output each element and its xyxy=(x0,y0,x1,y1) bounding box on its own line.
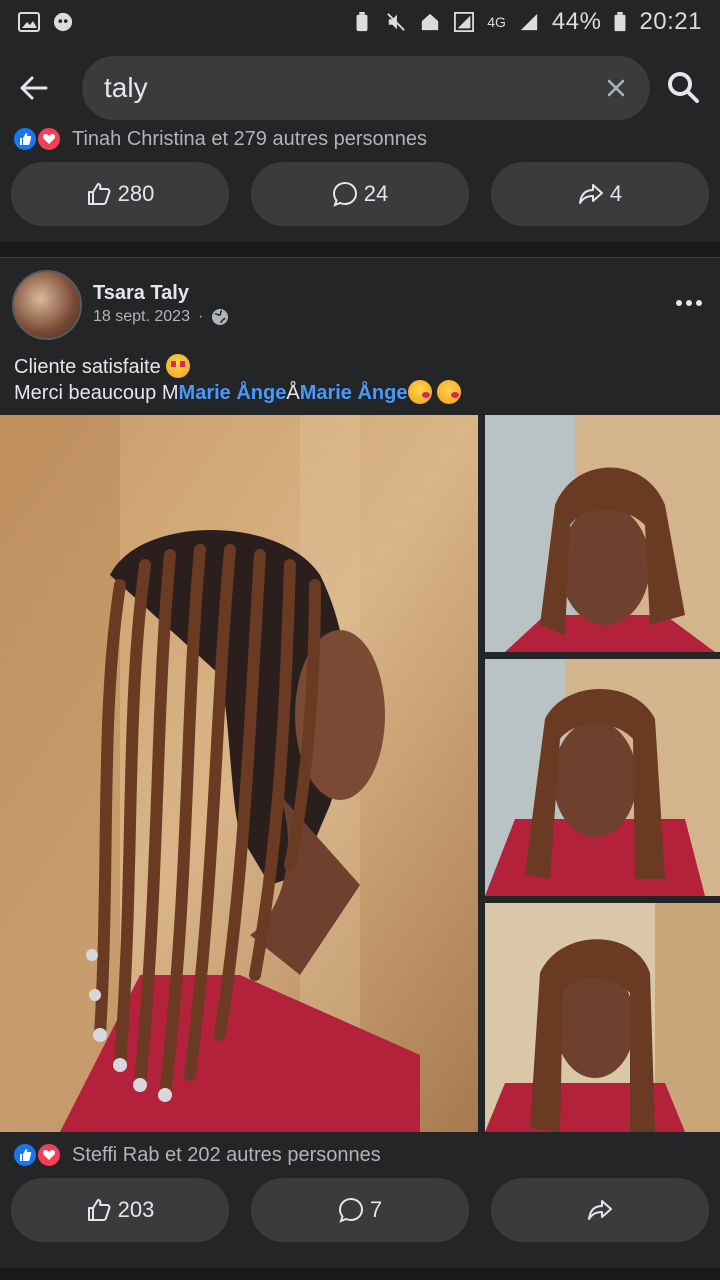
comment-button[interactable]: 24 xyxy=(251,162,469,226)
battery-percent: 44% xyxy=(551,8,602,35)
reactions-text: Steffi Rab et 202 autres personnes xyxy=(72,1143,381,1166)
close-icon[interactable] xyxy=(604,76,628,100)
previous-post-footer: Tinah Christina et 279 autres personnes … xyxy=(0,126,720,242)
action-bar: 203 7 xyxy=(0,1178,720,1242)
comment-button[interactable]: 7 xyxy=(251,1178,469,1242)
thumbs-up-icon xyxy=(87,183,111,205)
comment-count: 24 xyxy=(363,181,389,206)
post-photo-main[interactable] xyxy=(0,415,478,1132)
post-photo-thumb[interactable] xyxy=(485,903,720,1132)
gallery-notification-icon xyxy=(18,12,40,32)
search-header xyxy=(0,44,720,132)
like-reaction-icon xyxy=(12,1142,38,1168)
mention-link[interactable]: Marie Ånge xyxy=(179,382,287,404)
reactions-summary[interactable]: Tinah Christina et 279 autres personnes xyxy=(12,126,427,152)
post-date[interactable]: 18 sept. 2023 xyxy=(93,308,190,326)
action-bar: 280 24 4 xyxy=(0,162,720,226)
star-eyes-emoji-icon xyxy=(166,354,191,378)
app-notification-icon xyxy=(53,12,73,32)
share-button[interactable]: 4 xyxy=(491,162,709,226)
caption-text: Cliente satisfaite xyxy=(14,356,161,378)
love-reaction-icon xyxy=(36,126,62,152)
post-meta: 18 sept. 2023 · xyxy=(93,308,229,326)
like-button[interactable]: 203 xyxy=(11,1178,229,1242)
share-arrow-icon xyxy=(588,1200,612,1220)
share-count: 4 xyxy=(609,181,623,206)
meta-separator: · xyxy=(197,308,204,325)
home-icon xyxy=(422,13,439,31)
post-text: Cliente satisfaite Merci beaucoup MMarie… xyxy=(14,354,462,406)
post-card: Tsara Taly 18 sept. 2023 · Cliente satis… xyxy=(0,258,720,1268)
avatar[interactable] xyxy=(12,270,82,340)
search-box[interactable] xyxy=(82,56,650,120)
mention-link[interactable]: Marie Ånge xyxy=(300,382,408,404)
share-button[interactable] xyxy=(491,1178,709,1242)
thumbs-up-icon xyxy=(87,1199,111,1221)
battery-icon xyxy=(614,12,626,32)
mute-icon xyxy=(387,13,406,31)
like-count: 280 xyxy=(117,181,155,206)
cell-signal-icon xyxy=(520,13,538,31)
search-input[interactable] xyxy=(104,56,584,120)
reactions-summary[interactable]: Steffi Rab et 202 autres personnes xyxy=(12,1142,381,1168)
status-bar: 4G 44% 20:21 xyxy=(0,0,720,44)
status-right: 4G 44% 20:21 xyxy=(351,8,702,36)
reaction-icons xyxy=(12,1142,64,1168)
post-photo-thumb[interactable] xyxy=(485,659,720,896)
clock: 20:21 xyxy=(639,8,702,35)
signal-icon xyxy=(454,12,475,32)
like-reaction-icon xyxy=(12,126,38,152)
comment-bubble-icon xyxy=(338,1197,363,1223)
status-left xyxy=(18,12,74,32)
reactions-text: Tinah Christina et 279 autres personnes xyxy=(72,127,428,150)
battery-saver-icon xyxy=(356,12,368,32)
post-photo-thumb[interactable] xyxy=(485,415,720,652)
kiss-emoji-icon xyxy=(407,380,432,404)
search-icon[interactable] xyxy=(666,70,700,104)
thanks-text: Merci beaucoup M xyxy=(14,382,179,404)
post-text-line1: Cliente satisfaite xyxy=(14,354,461,380)
comment-bubble-icon xyxy=(332,181,357,207)
comment-count: 7 xyxy=(369,1197,383,1222)
mention-separator: Å xyxy=(286,382,300,404)
post-divider xyxy=(0,242,720,258)
reaction-icons xyxy=(12,126,64,152)
post-text-line2: Merci beaucoup MMarie ÅngeÅMarie Ånge xyxy=(14,380,462,406)
arrow-left-icon[interactable] xyxy=(16,70,52,106)
globe-icon xyxy=(212,309,229,325)
love-reaction-icon xyxy=(36,1142,62,1168)
like-count: 203 xyxy=(117,1197,155,1222)
network-type: 4G xyxy=(487,14,506,30)
kiss-emoji-icon xyxy=(437,380,462,404)
like-button[interactable]: 280 xyxy=(11,162,229,226)
share-arrow-icon xyxy=(578,184,603,204)
more-horizontal-icon[interactable] xyxy=(674,288,704,318)
post-author[interactable]: Tsara Taly xyxy=(93,282,189,305)
